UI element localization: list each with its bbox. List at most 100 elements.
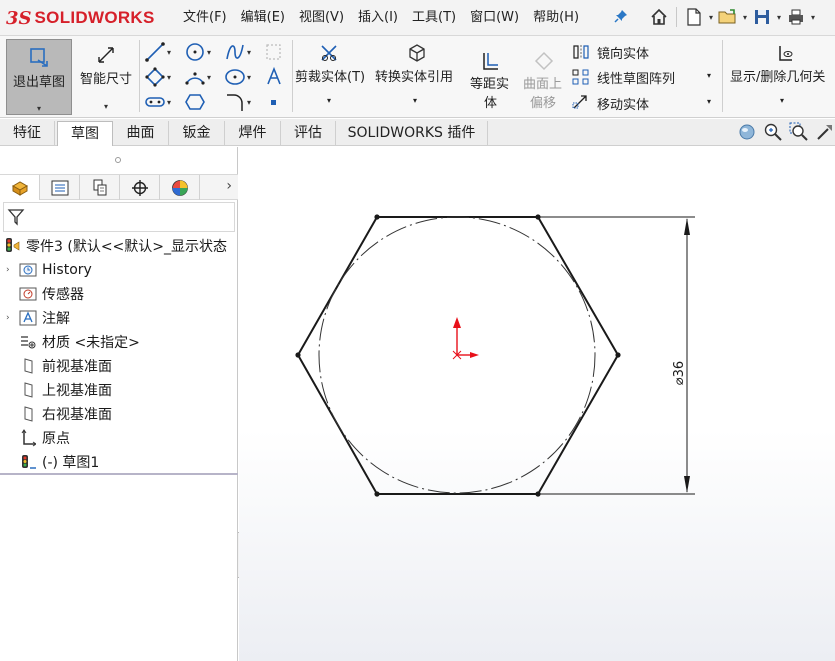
ds-logo-mark: 3S bbox=[6, 7, 32, 29]
property-list-icon bbox=[51, 180, 68, 195]
fillet-tool[interactable]: ▾ bbox=[224, 90, 264, 114]
trim-dropdown-icon[interactable]: ▾ bbox=[327, 96, 331, 105]
tree-node-top-plane[interactable]: 上视基准面 bbox=[18, 379, 112, 401]
command-tab-bar: 特征 草图 曲面 钣金 焊件 评估 SOLIDWORKS 插件 bbox=[0, 119, 835, 146]
rectangle-tool[interactable]: ▾ bbox=[144, 65, 184, 89]
tree-node-sensors[interactable]: 传感器 bbox=[18, 283, 84, 305]
menu-edit[interactable]: 编辑(E) bbox=[234, 8, 292, 28]
display-relations-dropdown-icon[interactable]: ▾ bbox=[780, 96, 784, 105]
polygon-tool[interactable] bbox=[184, 90, 224, 114]
vertex-point[interactable] bbox=[295, 352, 301, 358]
new-document-icon[interactable] bbox=[683, 5, 705, 29]
spline-tool[interactable]: ▾ bbox=[224, 40, 264, 64]
smart-dimension-dropdown-icon[interactable]: ▾ bbox=[104, 102, 108, 111]
feature-manager-tab[interactable] bbox=[0, 175, 40, 200]
offset-entities-button[interactable]: 等距实 bbox=[470, 73, 509, 92]
zoom-to-area-icon[interactable] bbox=[789, 122, 809, 142]
annotations-label: 注解 bbox=[42, 311, 70, 327]
tab-sketch[interactable]: 草图 bbox=[57, 121, 113, 146]
view-orientation-icon[interactable] bbox=[737, 122, 757, 142]
ribbon-separator bbox=[292, 40, 293, 112]
vertex-point[interactable] bbox=[615, 352, 621, 358]
previous-view-icon[interactable] bbox=[815, 122, 835, 142]
tree-node-annotations[interactable]: › 注解 bbox=[6, 307, 70, 329]
top-plane-label: 上视基准面 bbox=[42, 383, 112, 399]
smart-dimension-button[interactable]: 智能尺寸 ▾ bbox=[76, 40, 136, 114]
graphics-area[interactable]: ⌀36 bbox=[239, 147, 835, 661]
tab-solidworks-addins[interactable]: SOLIDWORKS 插件 bbox=[336, 121, 488, 146]
home-icon[interactable] bbox=[648, 5, 670, 29]
open-dropdown-icon[interactable]: ▾ bbox=[741, 5, 749, 29]
print-dropdown-icon[interactable]: ▾ bbox=[809, 5, 817, 29]
exit-sketch-dropdown-icon[interactable]: ▾ bbox=[37, 104, 41, 113]
menu-help[interactable]: 帮助(H) bbox=[526, 8, 586, 28]
tab-surfaces[interactable]: 曲面 bbox=[113, 121, 169, 146]
display-manager-tab[interactable] bbox=[160, 175, 200, 200]
move-dropdown-icon[interactable]: ▾ bbox=[707, 97, 711, 106]
tab-weldments[interactable]: 焊件 bbox=[225, 121, 281, 146]
arc-tool[interactable]: ▾ bbox=[184, 65, 224, 89]
ellipse-tool[interactable]: ▾ bbox=[224, 65, 264, 89]
tab-sheet-metal[interactable]: 钣金 bbox=[169, 121, 225, 146]
vertex-point[interactable] bbox=[374, 214, 380, 220]
menu-insert[interactable]: 插入(I) bbox=[351, 8, 405, 28]
new-dropdown-icon[interactable]: ▾ bbox=[707, 5, 715, 29]
vertex-point[interactable] bbox=[374, 491, 380, 497]
plane-tool[interactable] bbox=[264, 40, 304, 64]
linear-pattern-dropdown-icon[interactable]: ▾ bbox=[707, 71, 711, 80]
diameter-dimension-text[interactable]: ⌀36 bbox=[672, 361, 687, 385]
line-tool[interactable]: ▾ bbox=[144, 40, 184, 64]
mirror-entities-button[interactable]: 镜向实体 bbox=[597, 43, 649, 62]
print-icon[interactable] bbox=[785, 5, 807, 29]
ellipse-icon bbox=[225, 69, 245, 85]
tree-node-material[interactable]: 材质 <未指定> bbox=[18, 331, 140, 353]
filter-funnel-icon[interactable] bbox=[7, 208, 25, 226]
feature-tree-filter[interactable] bbox=[3, 202, 235, 232]
configuration-manager-tab[interactable] bbox=[80, 175, 120, 200]
menu-tools[interactable]: 工具(T) bbox=[405, 8, 463, 28]
panel-splitter-grip[interactable] bbox=[115, 157, 121, 163]
panel-divider[interactable] bbox=[0, 473, 238, 475]
slot-tool[interactable]: ▾ bbox=[144, 90, 184, 114]
point-tool[interactable] bbox=[264, 90, 304, 114]
menu-window[interactable]: 窗口(W) bbox=[463, 8, 526, 28]
expand-arrow-icon[interactable]: › bbox=[6, 313, 18, 323]
spline-icon bbox=[226, 44, 244, 60]
tree-node-origin[interactable]: 原点 bbox=[18, 427, 70, 449]
sketch-traffic-light-icon bbox=[18, 453, 38, 471]
dimxpert-manager-tab[interactable] bbox=[120, 175, 160, 200]
display-relations-button[interactable]: 显示/删除几何关 bbox=[730, 66, 825, 85]
linear-pattern-icon bbox=[572, 69, 589, 85]
offset-on-surface-button[interactable]: 曲面上 bbox=[523, 73, 562, 92]
tab-features[interactable]: 特征 bbox=[0, 121, 55, 146]
convert-entities-button[interactable]: 转换实体引用 bbox=[375, 66, 453, 85]
exit-sketch-button[interactable]: 退出草图 ▾ bbox=[6, 39, 72, 115]
open-folder-icon[interactable] bbox=[717, 5, 739, 29]
sketch-canvas[interactable]: ⌀36 bbox=[239, 147, 835, 661]
linear-pattern-button[interactable]: 线性草图阵列 bbox=[597, 68, 675, 87]
property-manager-tab[interactable] bbox=[40, 175, 80, 200]
save-dropdown-icon[interactable]: ▾ bbox=[775, 5, 783, 29]
exit-sketch-icon bbox=[28, 46, 50, 70]
sketch-origin-icon[interactable] bbox=[452, 317, 479, 360]
tree-node-part[interactable]: 零件3 (默认<<默认>_显示状态 bbox=[2, 235, 227, 257]
save-icon[interactable] bbox=[751, 5, 773, 29]
expand-arrow-icon[interactable]: › bbox=[6, 265, 18, 275]
trim-entities-button[interactable]: 剪裁实体(T) bbox=[295, 66, 365, 85]
chevron-right-icon[interactable]: › bbox=[226, 178, 232, 194]
menu-view[interactable]: 视图(V) bbox=[292, 8, 351, 28]
menu-bar: 文件(F) 编辑(E) 视图(V) 插入(I) 工具(T) 窗口(W) 帮助(H… bbox=[176, 8, 586, 28]
circle-tool[interactable]: ▾ bbox=[184, 40, 224, 64]
brand-name: SOLIDWORKS bbox=[34, 8, 155, 27]
pin-icon[interactable] bbox=[614, 9, 628, 23]
convert-dropdown-icon[interactable]: ▾ bbox=[413, 96, 417, 105]
tree-node-right-plane[interactable]: 右视基准面 bbox=[18, 403, 112, 425]
zoom-to-fit-icon[interactable] bbox=[763, 122, 783, 142]
tree-node-history[interactable]: › History bbox=[6, 259, 92, 281]
tree-node-front-plane[interactable]: 前视基准面 bbox=[18, 355, 112, 377]
quick-access-toolbar: ▾ ▾ ▾ ▾ bbox=[648, 5, 817, 29]
move-entities-button[interactable]: 移动实体 bbox=[597, 94, 649, 113]
tree-node-sketch1[interactable]: (-) 草图1 bbox=[18, 451, 99, 473]
tab-evaluate[interactable]: 评估 bbox=[281, 121, 336, 146]
menu-file[interactable]: 文件(F) bbox=[176, 8, 234, 28]
